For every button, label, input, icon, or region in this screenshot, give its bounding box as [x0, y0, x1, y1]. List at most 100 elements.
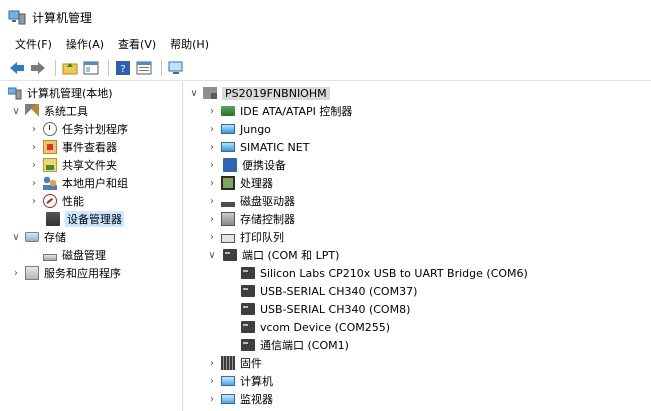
device-manager-icon [46, 212, 60, 226]
event-viewer-icon [43, 140, 57, 154]
clock-icon [43, 122, 57, 136]
toolbar: ? [0, 55, 651, 81]
tree-root[interactable]: 计算机管理(本地) [0, 84, 182, 102]
ide-controller-icon [221, 106, 235, 116]
chevron-right-icon[interactable]: › [206, 106, 218, 117]
toolbar-separator [55, 59, 56, 76]
port-device-item[interactable]: 通信端口 (COM1) [184, 336, 651, 354]
tree-item-task-scheduler[interactable]: › 任务计划程序 [0, 120, 182, 138]
printer-icon [221, 234, 235, 243]
device-manager-label: 设备管理器 [65, 211, 124, 227]
menu-view[interactable]: 查看(V) [111, 36, 163, 52]
device-tree-root[interactable]: ∨ PS2019FNBNIOHM [184, 84, 651, 102]
menu-file[interactable]: 文件(F) [8, 36, 59, 52]
up-folder-icon[interactable] [61, 59, 79, 77]
chevron-right-icon[interactable]: › [206, 394, 218, 405]
chevron-right-icon[interactable]: › [28, 124, 40, 135]
show-hide-tree-icon[interactable] [82, 59, 100, 77]
device-category-monitor[interactable]: › 监视器 [184, 390, 651, 408]
device-category-simatic[interactable]: › SIMATIC NET [184, 138, 651, 156]
computer-icon [221, 376, 235, 386]
chevron-down-icon[interactable]: ∨ [10, 106, 22, 117]
chevron-right-icon[interactable]: › [28, 142, 40, 153]
device-category-computer[interactable]: › 计算机 [184, 372, 651, 390]
forward-icon[interactable] [29, 59, 47, 77]
port-device-item[interactable]: USB-SERIAL CH340 (COM37) [184, 282, 651, 300]
computer-management-icon [7, 86, 22, 100]
console-tree: 计算机管理(本地) ∨ 系统工具 › 任务计划程序 › 事件查看器 › 共享文件… [0, 82, 183, 411]
back-icon[interactable] [8, 59, 26, 77]
port-icon [241, 285, 255, 297]
tree-root-label: 计算机管理(本地) [27, 87, 113, 100]
port-icon [241, 321, 255, 333]
properties-icon[interactable] [135, 59, 153, 77]
chevron-right-icon[interactable]: › [206, 214, 218, 225]
tree-item-shared-folders[interactable]: › 共享文件夹 [0, 156, 182, 174]
chevron-right-icon[interactable]: › [28, 178, 40, 189]
tree-item-services-apps[interactable]: › 服务和应用程序 [0, 264, 182, 282]
chevron-right-icon[interactable]: › [206, 358, 218, 369]
chevron-right-icon[interactable]: › [10, 268, 22, 279]
port-device-item[interactable]: USB-SERIAL CH340 (COM8) [184, 300, 651, 318]
chevron-right-icon[interactable]: › [28, 160, 40, 171]
chevron-right-icon[interactable]: › [206, 196, 218, 207]
device-category-jungo[interactable]: › Jungo [184, 120, 651, 138]
chevron-down-icon[interactable]: ∨ [206, 250, 218, 261]
port-icon [241, 267, 255, 279]
computer-name-label: PS2019FNBNIOHM [222, 86, 330, 100]
network-device-icon [221, 142, 235, 152]
device-tree: ∨ PS2019FNBNIOHM › IDE ATA/ATAPI 控制器 › J… [184, 82, 651, 411]
monitor-icon [221, 394, 235, 404]
window-title: 计算机管理 [32, 10, 93, 25]
device-category-portable[interactable]: › 便携设备 [184, 156, 651, 174]
device-category-processor[interactable]: › 处理器 [184, 174, 651, 192]
device-category-firmware[interactable]: › 固件 [184, 354, 651, 372]
network-device-icon [221, 124, 235, 134]
device-category-print-queue[interactable]: › 打印队列 [184, 228, 651, 246]
chevron-down-icon[interactable]: ∨ [188, 88, 200, 99]
processor-icon [221, 176, 235, 190]
computer-management-icon [8, 8, 26, 26]
chevron-right-icon[interactable]: › [206, 142, 218, 153]
chevron-right-icon[interactable]: › [206, 124, 218, 135]
scan-hardware-icon[interactable] [167, 59, 185, 77]
disk-drive-icon [221, 201, 235, 207]
device-category-storage-controllers[interactable]: › 存储控制器 [184, 210, 651, 228]
menu-help[interactable]: 帮助(H) [163, 36, 216, 52]
port-device-item[interactable]: vcom Device (COM255) [184, 318, 651, 336]
shared-folder-icon [43, 158, 57, 172]
tree-item-system-tools[interactable]: ∨ 系统工具 [0, 102, 182, 120]
port-icon [241, 303, 255, 315]
chevron-right-icon[interactable]: › [28, 196, 40, 207]
users-icon [43, 176, 57, 190]
chevron-down-icon[interactable]: ∨ [10, 232, 22, 243]
computer-icon [203, 87, 217, 99]
storage-controller-icon [221, 212, 235, 226]
chevron-right-icon[interactable]: › [206, 376, 218, 387]
help-icon[interactable]: ? [114, 59, 132, 77]
device-category-ide[interactable]: › IDE ATA/ATAPI 控制器 [184, 102, 651, 120]
services-icon [25, 266, 39, 280]
tools-icon [25, 104, 39, 118]
port-icon [241, 339, 255, 351]
tree-item-event-viewer[interactable]: › 事件查看器 [0, 138, 182, 156]
chevron-right-icon[interactable]: › [206, 232, 218, 243]
port-icon [223, 249, 237, 261]
port-device-item[interactable]: Silicon Labs CP210x USB to UART Bridge (… [184, 264, 651, 282]
disk-management-icon [43, 253, 57, 261]
device-category-ports[interactable]: ∨ 端口 (COM 和 LPT) [184, 246, 651, 264]
chevron-right-icon[interactable]: › [206, 160, 218, 171]
chevron-right-icon[interactable]: › [206, 178, 218, 189]
tree-item-performance[interactable]: › 性能 [0, 192, 182, 210]
title-bar: 计算机管理 [0, 0, 651, 34]
tree-item-disk-management[interactable]: 磁盘管理 [0, 246, 182, 264]
toolbar-separator [108, 59, 109, 76]
menu-action[interactable]: 操作(A) [59, 36, 111, 52]
toolbar-separator [161, 59, 162, 76]
tree-item-local-users[interactable]: › 本地用户和组 [0, 174, 182, 192]
performance-icon [43, 194, 57, 208]
tree-item-device-manager[interactable]: 设备管理器 [0, 210, 182, 228]
menu-bar: 文件(F) 操作(A) 查看(V) 帮助(H) [0, 34, 651, 54]
tree-item-storage[interactable]: ∨ 存储 [0, 228, 182, 246]
device-category-disk-drives[interactable]: › 磁盘驱动器 [184, 192, 651, 210]
